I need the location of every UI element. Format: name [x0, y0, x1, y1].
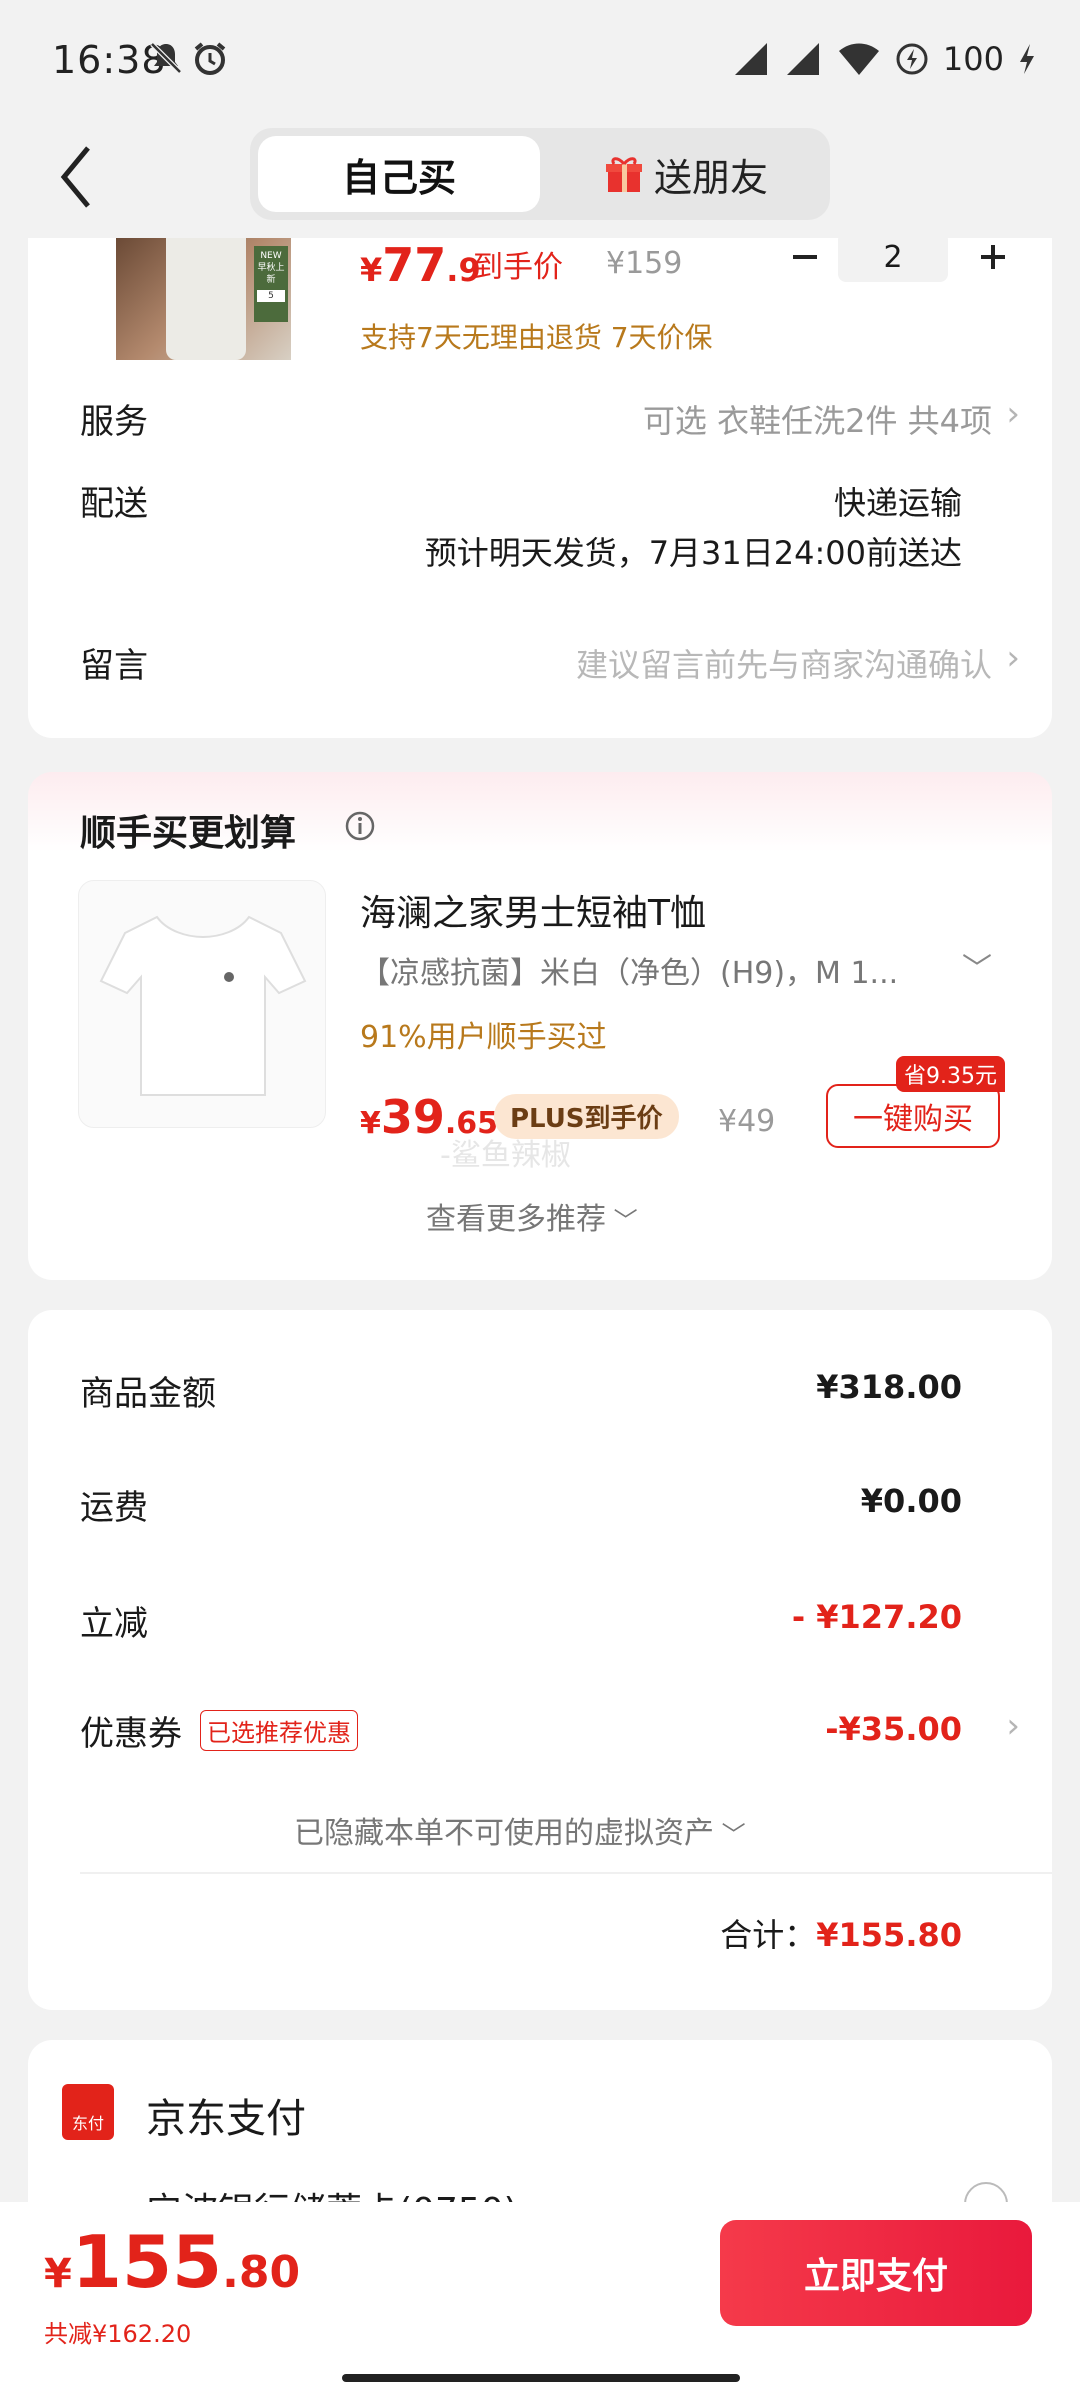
product-price: ¥77.9: [360, 238, 481, 292]
top-nav: 自己买 送朋友: [0, 120, 1080, 238]
checkout-bar: ¥155.80 共减¥162.20 立即支付: [0, 2202, 1080, 2400]
status-bar: 16:38 100: [0, 0, 1080, 120]
thumbnail-badge: NEW 早秋上新 5: [254, 246, 288, 322]
message-label: 留言: [80, 646, 148, 686]
coupon-label: 优惠券: [80, 1714, 182, 1754]
message-chevron-icon: ›: [1006, 638, 1020, 678]
save-badge: 省9.35元: [896, 1056, 1005, 1092]
tab-buy-for-self[interactable]: 自己买: [258, 136, 540, 212]
battery-level: 100: [942, 40, 1004, 78]
status-icons: 100: [733, 40, 1036, 78]
chevron-down-icon: ﹀: [606, 1207, 638, 1235]
service-chevron-icon: ›: [1006, 394, 1020, 434]
battery-saver-icon: [896, 43, 928, 75]
payment-method-title: 京东支付: [146, 2096, 306, 2142]
service-tags: 支持7天无理由退货 7天价保: [360, 321, 713, 354]
total-row: 合计：¥155.80: [720, 1910, 962, 1956]
tshirt-image: [99, 915, 307, 1096]
original-price: ¥159: [606, 246, 683, 281]
one-click-buy-button[interactable]: 一键购买: [826, 1084, 1000, 1148]
total-value: ¥155.80: [816, 1916, 962, 1954]
tab-send-to-friend[interactable]: 送朋友: [550, 136, 822, 212]
coupon-badge: 已选推荐优惠: [200, 1710, 358, 1751]
chevron-left-icon: [60, 146, 90, 208]
order-item-card: NEW 早秋上新 5 ¥77.9 到手价 ¥159 2 支持7天无理由退货 7天…: [28, 232, 1052, 738]
chevron-down-icon: ﹀: [714, 1821, 746, 1849]
bought-rate: 91%用户顺手买过: [360, 1020, 607, 1055]
service-label: 服务: [80, 402, 148, 442]
wifi-icon: [838, 43, 879, 75]
pay-now-button[interactable]: 立即支付: [720, 2220, 1032, 2326]
gift-icon: [605, 157, 642, 192]
delivery-label: 配送: [80, 484, 148, 524]
product-thumbnail[interactable]: NEW 早秋上新 5: [116, 238, 291, 360]
message-input[interactable]: 建议留言前先与商家沟通确认: [576, 640, 992, 686]
signal-icon-2: [786, 43, 819, 75]
qty-input[interactable]: 2: [838, 232, 948, 282]
plus-icon: [981, 245, 1005, 269]
recommend-item-name[interactable]: 海澜之家男士短袖T恤: [360, 884, 706, 936]
mute-icon: [148, 40, 184, 80]
discount-label: 立减: [80, 1604, 148, 1644]
recommend-item-image[interactable]: [78, 880, 326, 1128]
info-icon[interactable]: [344, 810, 376, 846]
delivery-method: 快递运输: [833, 484, 962, 522]
spec-chevron-down-icon[interactable]: ﹀: [962, 944, 992, 988]
goods-amount-label: 商品金额: [80, 1374, 216, 1414]
hidden-assets-toggle[interactable]: 已隐藏本单不可使用的虚拟资产 ﹀: [294, 1808, 746, 1852]
purchase-mode-switch: 自己买 送朋友: [250, 128, 830, 220]
price-tag: 到手价: [473, 250, 563, 285]
goods-amount-value: ¥318.00: [816, 1368, 962, 1406]
total-label: 合计：: [720, 1916, 817, 1954]
coupon-chevron-icon[interactable]: ›: [1006, 1706, 1020, 1746]
shipping-value: ¥0.00: [860, 1482, 962, 1520]
tab-send-to-friend-label: 送朋友: [653, 155, 768, 200]
charging-icon: [1020, 44, 1034, 74]
recommend-card: 顺手买更划算 海澜之家男士短袖T恤 【凉感抗菌】米白（净色）(H9)，M 1..…: [28, 772, 1052, 1280]
coupon-value[interactable]: -¥35.00: [825, 1710, 962, 1748]
recommend-orig-price: ¥49: [718, 1104, 776, 1139]
discount-value: - ¥127.20: [791, 1598, 962, 1636]
signal-icon: [734, 43, 767, 75]
jd-pay-icon: 东付: [62, 2084, 114, 2140]
home-indicator: [342, 2374, 740, 2382]
thumbnail-shirt: [166, 238, 246, 360]
qty-increase-button[interactable]: [968, 232, 1018, 282]
recommend-item-spec[interactable]: 【凉感抗菌】米白（净色）(H9)，M 1...: [360, 948, 898, 992]
alarm-icon: [192, 40, 228, 80]
total-saved: 共减¥162.20: [44, 2320, 192, 2348]
divider: [80, 1872, 1052, 1874]
pay-amount: ¥155.80: [44, 2220, 301, 2304]
watermark-text: -鲨鱼辣椒: [440, 1138, 571, 1173]
shipping-label: 运费: [80, 1488, 148, 1528]
minus-icon: [793, 255, 817, 259]
qty-decrease-button[interactable]: [780, 232, 830, 282]
price-summary-card: 商品金额 ¥318.00 运费 ¥0.00 立减 - ¥127.20 优惠券 已…: [28, 1310, 1052, 2010]
back-button[interactable]: [56, 142, 96, 212]
service-value[interactable]: 可选 衣鞋任洗2件 共4项: [643, 396, 992, 442]
delivery-eta: 预计明天发货，7月31日24:00前送达: [424, 534, 962, 572]
recommend-title: 顺手买更划算: [80, 813, 297, 854]
view-more-button[interactable]: 查看更多推荐 ﹀: [426, 1194, 638, 1238]
